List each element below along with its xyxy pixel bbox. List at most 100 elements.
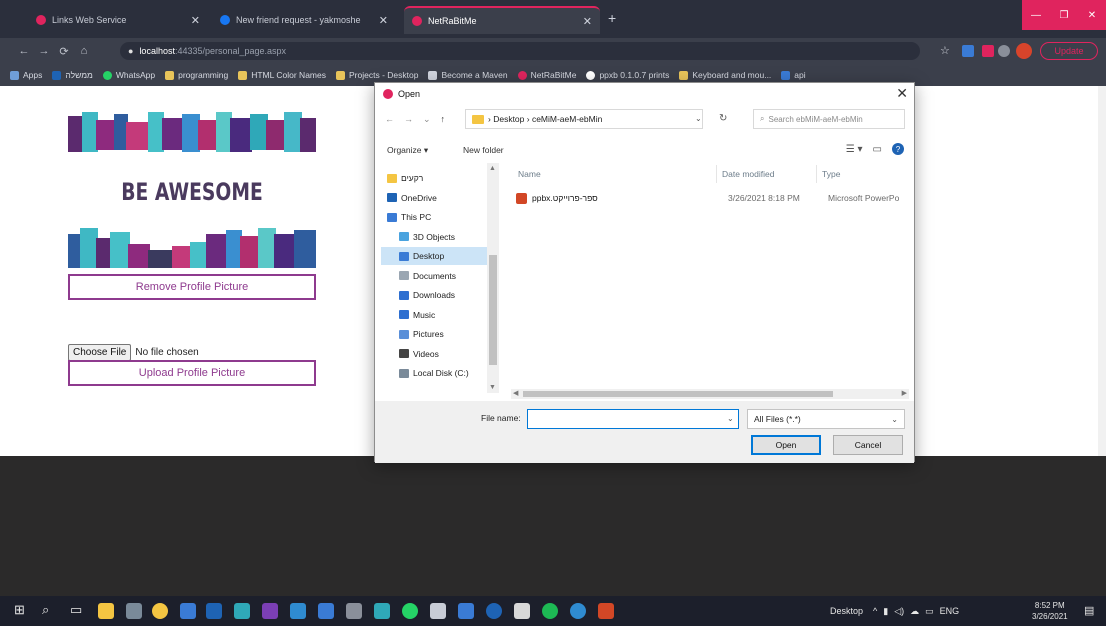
search-input[interactable]: ⌕ Search ebMiM-aeM-ebMin (753, 109, 905, 129)
file-row[interactable]: ppbx.ספר-פרוייקט 3/26/2021 8:18 PM Micro… (516, 189, 916, 207)
notifications-icon[interactable]: ▤ (1084, 604, 1098, 618)
organize-button[interactable]: Organize ▾ (387, 145, 428, 156)
up-icon[interactable]: ↑ (441, 114, 446, 124)
preview-pane-icon[interactable]: ▭ (873, 144, 882, 155)
tab-links-web-service[interactable]: Links Web Service ✕ (28, 6, 208, 34)
column-type-header[interactable]: Type (822, 169, 840, 179)
update-button[interactable]: Update (1040, 42, 1098, 60)
bookmark-apps[interactable]: Apps (10, 70, 42, 80)
scroll-left-icon[interactable]: ◀ (513, 389, 518, 397)
file-explorer-icon[interactable] (98, 603, 114, 619)
visual-studio-icon[interactable] (262, 603, 278, 619)
scrollbar-thumb[interactable] (489, 255, 497, 365)
file-name-input[interactable] (527, 409, 739, 429)
back-icon[interactable]: ← (385, 114, 394, 124)
tab-close-icon[interactable]: ✕ (371, 14, 388, 27)
nav-item[interactable]: Local Disk (C:) (381, 364, 493, 382)
open-button[interactable]: Open (751, 435, 821, 455)
back-icon[interactable]: ← (14, 45, 34, 57)
new-folder-button[interactable]: New folder (463, 145, 504, 155)
nav-item[interactable]: רקעים (381, 169, 493, 187)
nav-item[interactable]: Desktop (381, 247, 493, 265)
nav-item[interactable]: 3D Objects (381, 228, 493, 246)
column-name-header[interactable]: Name (518, 169, 541, 179)
extensions-puzzle-icon[interactable] (998, 45, 1010, 57)
url-field[interactable]: ● localhost :44335/personal_page.aspx (120, 42, 920, 60)
mail-icon[interactable] (126, 603, 142, 619)
bookmark-item[interactable]: ממשלה (52, 70, 93, 80)
remove-profile-picture-button[interactable]: Remove Profile Picture (68, 274, 316, 300)
navigation-scrollbar[interactable]: ▲ ▼ (487, 163, 499, 393)
app-icon[interactable] (458, 603, 474, 619)
bookmark-item[interactable]: Projects - Desktop (336, 70, 418, 80)
bookmark-item[interactable]: programming (165, 70, 228, 80)
bookmark-item[interactable]: api (781, 70, 806, 80)
column-date-header[interactable]: Date modified (722, 169, 774, 179)
vscode-icon[interactable] (290, 603, 306, 619)
nav-item[interactable]: This PC (381, 208, 493, 226)
view-options-icon[interactable]: ☰ ▾ (846, 144, 863, 155)
new-tab-icon[interactable]: + (608, 10, 616, 26)
home-icon[interactable]: ⌂ (74, 45, 94, 57)
taskbar-clock[interactable]: 8:52 PM 3/26/2021 (1032, 600, 1068, 622)
app-icon[interactable] (318, 603, 334, 619)
minimize-icon[interactable]: — (1022, 0, 1050, 30)
nav-item[interactable]: Pictures (381, 325, 493, 343)
forward-icon[interactable]: → (34, 45, 54, 57)
extension-icon[interactable] (962, 45, 974, 57)
bookmark-whatsapp[interactable]: WhatsApp (102, 70, 155, 80)
breadcrumb-folder[interactable]: ceMiM-aeM-ebMin (532, 114, 602, 124)
app-icon[interactable] (430, 603, 446, 619)
whatsapp-icon[interactable] (402, 603, 418, 619)
app-icon[interactable] (346, 603, 362, 619)
bookmark-star-icon[interactable]: ☆ (940, 44, 950, 57)
battery-icon[interactable]: ▭ (925, 606, 934, 617)
bookmark-item[interactable]: HTML Color Names (238, 70, 326, 80)
scroll-down-icon[interactable]: ▼ (489, 384, 496, 391)
tab-netrabitme[interactable]: NetRaBitMe ✕ (404, 6, 600, 34)
spotify-icon[interactable] (542, 603, 558, 619)
tab-close-icon[interactable]: ✕ (575, 15, 592, 28)
cancel-button[interactable]: Cancel (833, 435, 903, 455)
info-icon[interactable]: ● (128, 46, 133, 56)
chevron-down-icon[interactable]: ⌄ (695, 114, 702, 123)
nav-item[interactable]: Documents (381, 267, 493, 285)
app-icon[interactable] (180, 603, 196, 619)
scroll-right-icon[interactable]: ▶ (902, 389, 907, 397)
bookmark-item[interactable]: Become a Maven (428, 70, 508, 80)
bookmark-item[interactable]: Keyboard and mou... (679, 70, 771, 80)
app-icon[interactable] (234, 603, 250, 619)
volume-icon[interactable]: ◁) (894, 606, 904, 617)
recent-dropdown-icon[interactable]: ⌄ (423, 114, 431, 125)
notepad-icon[interactable] (514, 603, 530, 619)
extension-icon[interactable] (982, 45, 994, 57)
chevron-down-icon[interactable]: ⌄ (727, 414, 734, 423)
close-window-icon[interactable]: ✕ (1078, 0, 1106, 30)
app-icon[interactable] (374, 603, 390, 619)
maximize-icon[interactable]: ❐ (1050, 0, 1078, 30)
breadcrumb-desktop[interactable]: Desktop (493, 114, 524, 124)
bookmark-item[interactable]: ppxb 0.1.0.7 prints (586, 70, 669, 80)
powerpoint-icon[interactable] (598, 603, 614, 619)
upload-profile-picture-button[interactable]: Upload Profile Picture (68, 360, 316, 386)
task-view-icon[interactable]: ▭ (70, 602, 82, 618)
search-icon[interactable]: ⌕ (42, 602, 49, 618)
app-icon[interactable] (570, 603, 586, 619)
app-icon[interactable] (486, 603, 502, 619)
profile-avatar[interactable] (1016, 43, 1032, 59)
file-type-filter[interactable]: All Files (*.*) ⌄ (747, 409, 905, 429)
close-icon[interactable]: ✕ (896, 85, 908, 102)
tab-close-icon[interactable]: ✕ (183, 14, 200, 27)
file-list-hscrollbar[interactable]: ◀ ▶ (511, 389, 909, 399)
scroll-up-icon[interactable]: ▲ (489, 165, 496, 172)
help-icon[interactable]: ? (892, 143, 904, 155)
cloud-icon[interactable]: ☁ (910, 606, 919, 617)
tray-overflow-icon[interactable]: ^ (873, 606, 877, 616)
network-icon[interactable]: ▮ (883, 606, 888, 617)
tab-friend-request[interactable]: New friend request - yakmoshe ✕ (212, 6, 396, 34)
nav-item[interactable]: Music (381, 306, 493, 324)
scrollbar-thumb[interactable] (523, 391, 833, 397)
reload-icon[interactable]: ⟳ (54, 45, 74, 58)
desktop-toolbar-label[interactable]: Desktop (830, 606, 863, 616)
choose-file-button[interactable]: Choose File (68, 344, 132, 361)
